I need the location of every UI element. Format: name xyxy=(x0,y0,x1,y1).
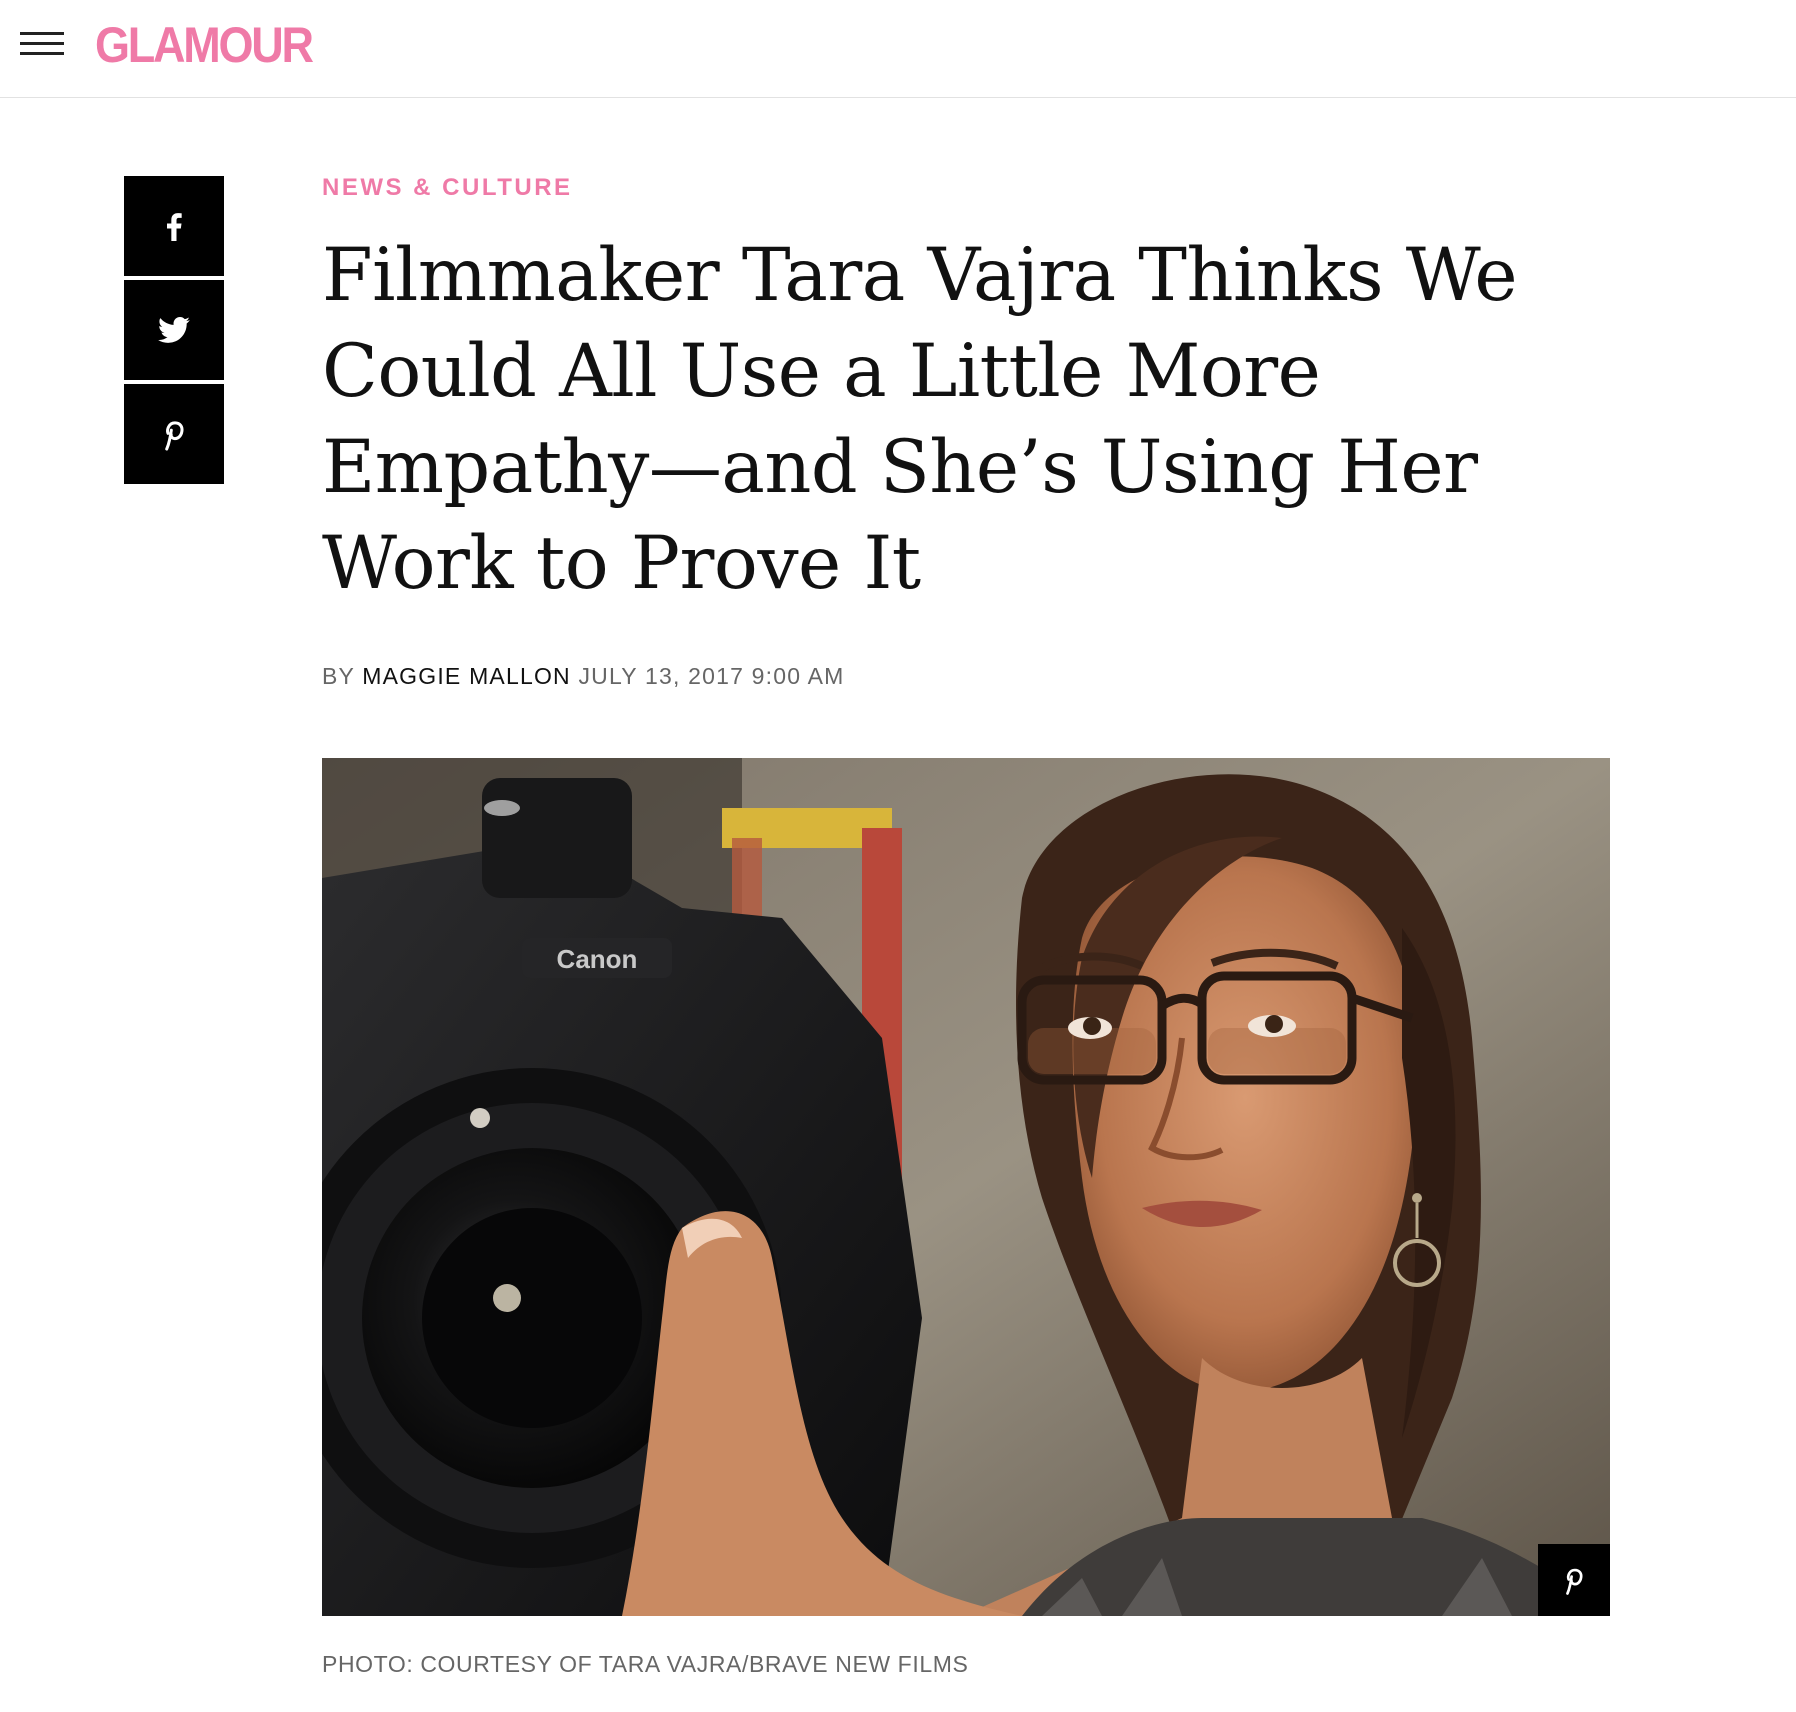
publish-date: JULY 13, 2017 9:00 AM xyxy=(578,663,845,689)
facebook-icon xyxy=(167,213,182,241)
twitter-share-button[interactable] xyxy=(124,280,224,380)
share-rail xyxy=(124,176,224,488)
pinterest-icon xyxy=(1566,1568,1583,1595)
pinterest-share-button[interactable] xyxy=(124,384,224,484)
pinterest-icon xyxy=(165,421,184,451)
byline: BY MAGGIE MALLON JULY 13, 2017 9:00 AM xyxy=(322,660,844,692)
hero-image: Canon xyxy=(322,758,1610,1616)
page: GLAMOUR NEWS & CULTURE Filmmaker Tara Va… xyxy=(0,0,1796,1712)
facebook-share-button[interactable] xyxy=(124,176,224,276)
byline-prefix: BY xyxy=(322,663,355,689)
article-headline: Filmmaker Tara Vajra Thinks We Could All… xyxy=(322,233,1518,606)
hamburger-menu-icon[interactable] xyxy=(20,30,64,58)
image-pin-button[interactable] xyxy=(1538,1544,1610,1616)
hero-photo: Canon xyxy=(322,758,1610,1616)
site-logo[interactable]: GLAMOUR xyxy=(95,14,314,76)
section-label[interactable]: NEWS & CULTURE xyxy=(322,172,573,204)
photo-caption: PHOTO: COURTESY OF TARA VAJRA/BRAVE NEW … xyxy=(322,1651,969,1677)
svg-text:Canon: Canon xyxy=(557,944,638,974)
twitter-icon xyxy=(158,317,190,343)
top-bar: GLAMOUR xyxy=(0,0,1796,98)
author-link[interactable]: MAGGIE MALLON xyxy=(362,663,571,689)
